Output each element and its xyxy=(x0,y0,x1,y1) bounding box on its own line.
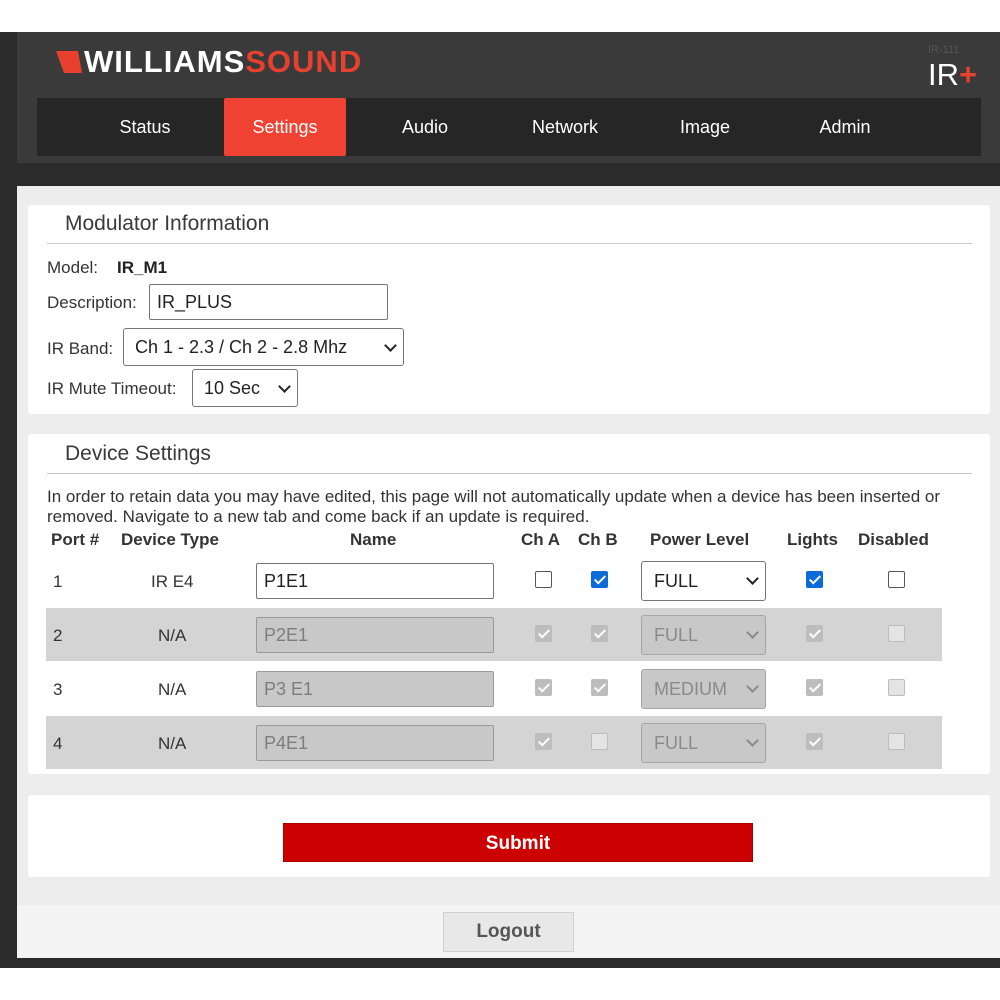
power-level-select: FULL xyxy=(641,723,766,763)
chevron-down-icon xyxy=(746,734,759,747)
device-name-input: P4E1 xyxy=(256,725,494,761)
power-level-selected: FULL xyxy=(654,625,699,645)
tab-admin[interactable]: Admin xyxy=(775,98,915,156)
ch-b-checkbox[interactable] xyxy=(591,571,608,588)
ir-mute-timeout-selected: 10 Sec xyxy=(204,378,261,398)
power-level-selected: FULL xyxy=(654,571,699,591)
col-header-device-type: Device Type xyxy=(121,530,219,549)
modulator-title-divider xyxy=(47,243,972,244)
chevron-down-icon xyxy=(746,572,759,585)
ch-a-checkbox xyxy=(535,625,552,642)
device-settings-title: Device Settings xyxy=(65,442,211,465)
disabled-checkbox[interactable] xyxy=(888,571,905,588)
port-number: 1 xyxy=(53,572,63,591)
submit-button[interactable]: Submit xyxy=(283,823,753,862)
ir-band-label: IR Band: xyxy=(47,339,114,358)
ir-mute-timeout-label: IR Mute Timeout: xyxy=(47,379,177,398)
chevron-down-icon xyxy=(746,626,759,639)
plus-badge-text: + xyxy=(959,57,978,92)
model-value: IR_M1 xyxy=(117,258,168,277)
ir-mute-timeout-select[interactable]: 10 Sec xyxy=(192,369,298,407)
tab-network[interactable]: Network xyxy=(495,98,635,156)
logo-mark-icon xyxy=(56,49,82,75)
ir-band-select[interactable]: Ch 1 - 2.3 / Ch 2 - 2.8 Mhz xyxy=(123,328,404,366)
col-header-disabled: Disabled xyxy=(858,530,929,549)
device-type: IR E4 xyxy=(151,572,194,591)
lights-checkbox[interactable] xyxy=(806,571,823,588)
williams-sound-logo: WILLIAMS SOUND xyxy=(56,45,362,79)
main-nav: Status Settings Audio Network Image Admi… xyxy=(37,98,981,156)
tab-audio[interactable]: Audio xyxy=(355,98,495,156)
lights-checkbox xyxy=(806,733,823,750)
power-level-select: FULL xyxy=(641,615,766,655)
col-header-ch-a: Ch A xyxy=(521,530,561,549)
tab-settings[interactable]: Settings xyxy=(224,98,346,156)
power-level-select[interactable]: FULL xyxy=(641,561,766,601)
col-header-power-level: Power Level xyxy=(650,530,750,549)
ch-b-checkbox xyxy=(591,625,608,642)
disabled-checkbox xyxy=(888,679,905,696)
ir-plus-badge: IR+ xyxy=(928,57,977,93)
ch-b-checkbox xyxy=(591,679,608,696)
device-model-tag: IR-111 xyxy=(928,44,960,56)
disabled-checkbox xyxy=(888,625,905,642)
logo-text-williams: WILLIAMS xyxy=(84,44,246,79)
col-header-lights: Lights xyxy=(787,530,838,549)
col-header-name: Name xyxy=(350,530,397,549)
ch-a-checkbox xyxy=(535,679,552,696)
description-label: Description: xyxy=(47,293,137,312)
tab-status[interactable]: Status xyxy=(75,98,215,156)
device-type: N/A xyxy=(158,626,187,645)
ch-b-checkbox xyxy=(591,733,608,750)
port-number: 3 xyxy=(53,680,63,699)
tab-image[interactable]: Image xyxy=(635,98,775,156)
chevron-down-icon xyxy=(746,680,759,693)
device-type: N/A xyxy=(158,734,187,753)
device-name-input: P2E1 xyxy=(256,617,494,653)
chevron-down-icon xyxy=(278,380,291,393)
device-name-input: P3 E1 xyxy=(256,671,494,707)
port-number: 2 xyxy=(53,626,63,645)
col-header-ch-b: Ch B xyxy=(578,530,618,549)
logo-text-sound: SOUND xyxy=(245,44,363,79)
logout-button[interactable]: Logout xyxy=(443,912,574,952)
model-label: Model: xyxy=(47,258,99,277)
modulator-info-title: Modulator Information xyxy=(65,212,270,235)
device-update-note: In order to retain data you may have edi… xyxy=(47,487,941,526)
col-header-port: Port # xyxy=(51,530,100,549)
device-name-input[interactable]: P1E1 xyxy=(256,563,494,599)
device-type: N/A xyxy=(158,680,187,699)
chevron-down-icon xyxy=(384,339,397,352)
power-level-selected: FULL xyxy=(654,733,699,753)
lights-checkbox xyxy=(806,679,823,696)
lights-checkbox xyxy=(806,625,823,642)
description-input[interactable]: IR_PLUS xyxy=(149,284,388,320)
port-number: 4 xyxy=(53,734,63,753)
ch-a-checkbox[interactable] xyxy=(535,571,552,588)
ir-badge-text: IR xyxy=(928,57,959,92)
device-title-divider xyxy=(47,473,972,474)
power-level-selected: MEDIUM xyxy=(654,679,727,699)
ch-a-checkbox xyxy=(535,733,552,750)
ir-band-selected: Ch 1 - 2.3 / Ch 2 - 2.8 Mhz xyxy=(135,337,348,357)
disabled-checkbox xyxy=(888,733,905,750)
power-level-select: MEDIUM xyxy=(641,669,766,709)
